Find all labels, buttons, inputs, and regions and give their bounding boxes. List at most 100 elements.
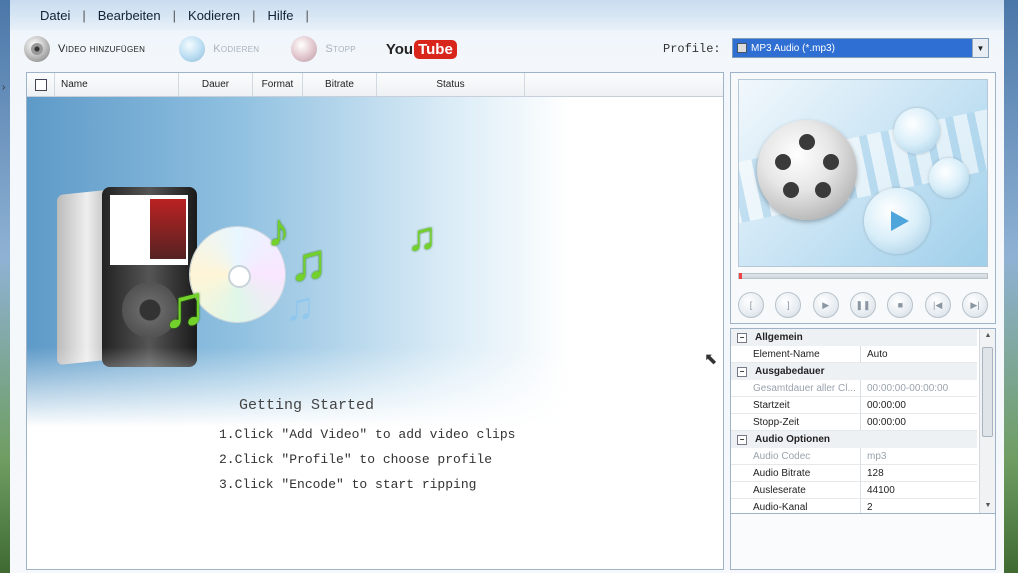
column-name[interactable]: Name	[55, 73, 179, 96]
playback-controls: [ ] ▶ ❚❚ ■ |◀ ▶|	[738, 291, 988, 319]
profile-select[interactable]: MP3 Audio (*.mp3) ▼	[732, 38, 989, 58]
property-row[interactable]: Ausleserate 44100	[731, 482, 977, 499]
youtube-logo-you: You	[385, 40, 414, 58]
stop-playback-button[interactable]: ■	[887, 292, 914, 318]
film-reel-icon	[24, 36, 50, 62]
reel-hole	[775, 154, 791, 170]
collapse-icon[interactable]: −	[737, 366, 747, 377]
next-button[interactable]: ▶|	[961, 292, 988, 318]
menu-bar: Datei | Bearbeiten | Kodieren | Hilfe |	[10, 0, 1004, 30]
profile-label: Profile:	[663, 42, 721, 56]
audio-file-icon	[737, 43, 747, 53]
property-key: Audio Bitrate	[731, 465, 861, 482]
collapse-icon[interactable]: −	[737, 434, 747, 445]
select-all-checkbox[interactable]	[34, 78, 47, 91]
column-format[interactable]: Format	[253, 73, 303, 96]
menu-kodieren[interactable]: Kodieren	[176, 8, 252, 23]
clock-orb-icon	[894, 108, 940, 154]
music-note-icon: ♫	[285, 285, 315, 329]
property-value[interactable]: Auto	[861, 346, 977, 363]
property-value: mp3	[861, 448, 977, 465]
stop-button[interactable]: Stopp	[291, 34, 356, 64]
getting-started-step-2: 2.Click "Profile" to choose profile	[219, 452, 493, 467]
reel-hole	[823, 154, 839, 170]
property-value[interactable]: 44100	[861, 482, 977, 499]
music-note-icon: ♫	[289, 234, 328, 292]
seek-bar[interactable]	[738, 273, 988, 279]
preview-panel: [ ] ▶ ❚❚ ■ |◀ ▶|	[730, 72, 996, 324]
property-row[interactable]: Stopp-Zeit 00:00:00	[731, 414, 977, 431]
getting-started-title: Getting Started	[239, 397, 375, 414]
reel-hole	[783, 182, 799, 198]
property-row[interactable]: Gesamtdauer aller Cl... 00:00:00-00:00:0…	[731, 380, 977, 397]
section-allgemein[interactable]: − Allgemein	[731, 329, 977, 346]
property-key: Gesamtdauer aller Cl...	[731, 380, 861, 397]
menu-hilfe[interactable]: Hilfe	[255, 8, 305, 23]
property-row[interactable]: Startzeit 00:00:00	[731, 397, 977, 414]
property-description-panel	[730, 514, 996, 570]
property-value[interactable]: 2	[861, 499, 977, 513]
youtube-logo-tube: Tube	[414, 39, 457, 59]
section-audio-optionen[interactable]: − Audio Optionen	[731, 431, 977, 448]
previous-button[interactable]: |◀	[924, 292, 951, 318]
mouse-cursor-icon: ⬉	[704, 351, 718, 368]
property-row[interactable]: Element-Name Auto	[731, 346, 977, 363]
pause-button[interactable]: ❚❚	[849, 292, 876, 318]
splash-fade	[27, 347, 723, 427]
encode-icon	[179, 36, 206, 62]
menu-bearbeiten[interactable]: Bearbeiten	[86, 8, 173, 23]
play-orb-icon	[864, 188, 930, 254]
property-value[interactable]: 00:00:00	[861, 397, 977, 414]
getting-started-step-3: 3.Click "Encode" to start ripping	[219, 477, 477, 492]
properties-panel: − Allgemein Element-Name Auto − Ausgabed…	[730, 328, 996, 514]
file-list-header: Name Dauer Format Bitrate Status	[27, 73, 723, 97]
properties-scrollbar[interactable]: ▲ ▼	[979, 329, 995, 513]
add-video-button[interactable]: Video hinzufügen	[24, 34, 145, 64]
property-row[interactable]: Audio-Kanal 2	[731, 499, 977, 513]
scroll-down-icon[interactable]: ▼	[980, 499, 995, 513]
file-list-panel[interactable]: Name Dauer Format Bitrate Status ♫ ♪ ♫ ♫…	[26, 72, 724, 570]
section-title: Audio Optionen	[755, 434, 830, 445]
section-title: Allgemein	[755, 332, 803, 343]
add-video-label: Video hinzufügen	[58, 43, 146, 55]
music-note-icon: ♪	[267, 204, 290, 256]
stop-label: Stopp	[325, 43, 356, 55]
speech-orb-icon	[929, 158, 969, 198]
menu-datei[interactable]: Datei	[28, 8, 82, 23]
mark-end-button[interactable]: ]	[775, 292, 802, 318]
getting-started-step-1: 1.Click "Add Video" to add video clips	[219, 427, 516, 442]
profile-selected-value: MP3 Audio (*.mp3)	[751, 42, 835, 54]
column-bitrate[interactable]: Bitrate	[303, 73, 377, 96]
menu-separator: |	[305, 7, 309, 23]
property-key: Startzeit	[731, 397, 861, 414]
app-window: Datei | Bearbeiten | Kodieren | Hilfe | …	[2, 0, 1004, 573]
property-key: Stopp-Zeit	[731, 414, 861, 431]
encode-button[interactable]: Kodieren	[179, 34, 259, 64]
property-key: Element-Name	[731, 346, 861, 363]
expand-arrow-icon[interactable]: ›	[2, 82, 5, 93]
scrollbar-thumb[interactable]	[982, 347, 993, 437]
film-reel-icon	[757, 120, 857, 220]
property-key: Audio-Kanal	[731, 499, 861, 513]
youtube-button[interactable]: You Tube	[385, 39, 457, 59]
property-key: Audio Codec	[731, 448, 861, 465]
select-all-column	[27, 73, 55, 96]
column-status[interactable]: Status	[377, 73, 525, 96]
music-note-icon: ♫	[162, 273, 207, 340]
stop-icon	[291, 36, 318, 62]
column-duration[interactable]: Dauer	[179, 73, 253, 96]
property-value[interactable]: 128	[861, 465, 977, 482]
property-value: 00:00:00-00:00:00	[861, 380, 977, 397]
property-row[interactable]: Audio Codec mp3	[731, 448, 977, 465]
property-value[interactable]: 00:00:00	[861, 414, 977, 431]
collapse-icon[interactable]: −	[737, 332, 747, 343]
play-button[interactable]: ▶	[812, 292, 839, 318]
property-row[interactable]: Audio Bitrate 128	[731, 465, 977, 482]
splash-illustration: ♫ ♪ ♫ ♫ ♫	[27, 97, 723, 427]
chevron-down-icon[interactable]: ▼	[972, 39, 988, 57]
scroll-up-icon[interactable]: ▲	[980, 329, 995, 343]
property-key: Ausleserate	[731, 482, 861, 499]
mark-start-button[interactable]: [	[738, 292, 764, 318]
section-ausgabedauer[interactable]: − Ausgabedauer	[731, 363, 977, 380]
section-title: Ausgabedauer	[755, 366, 825, 377]
